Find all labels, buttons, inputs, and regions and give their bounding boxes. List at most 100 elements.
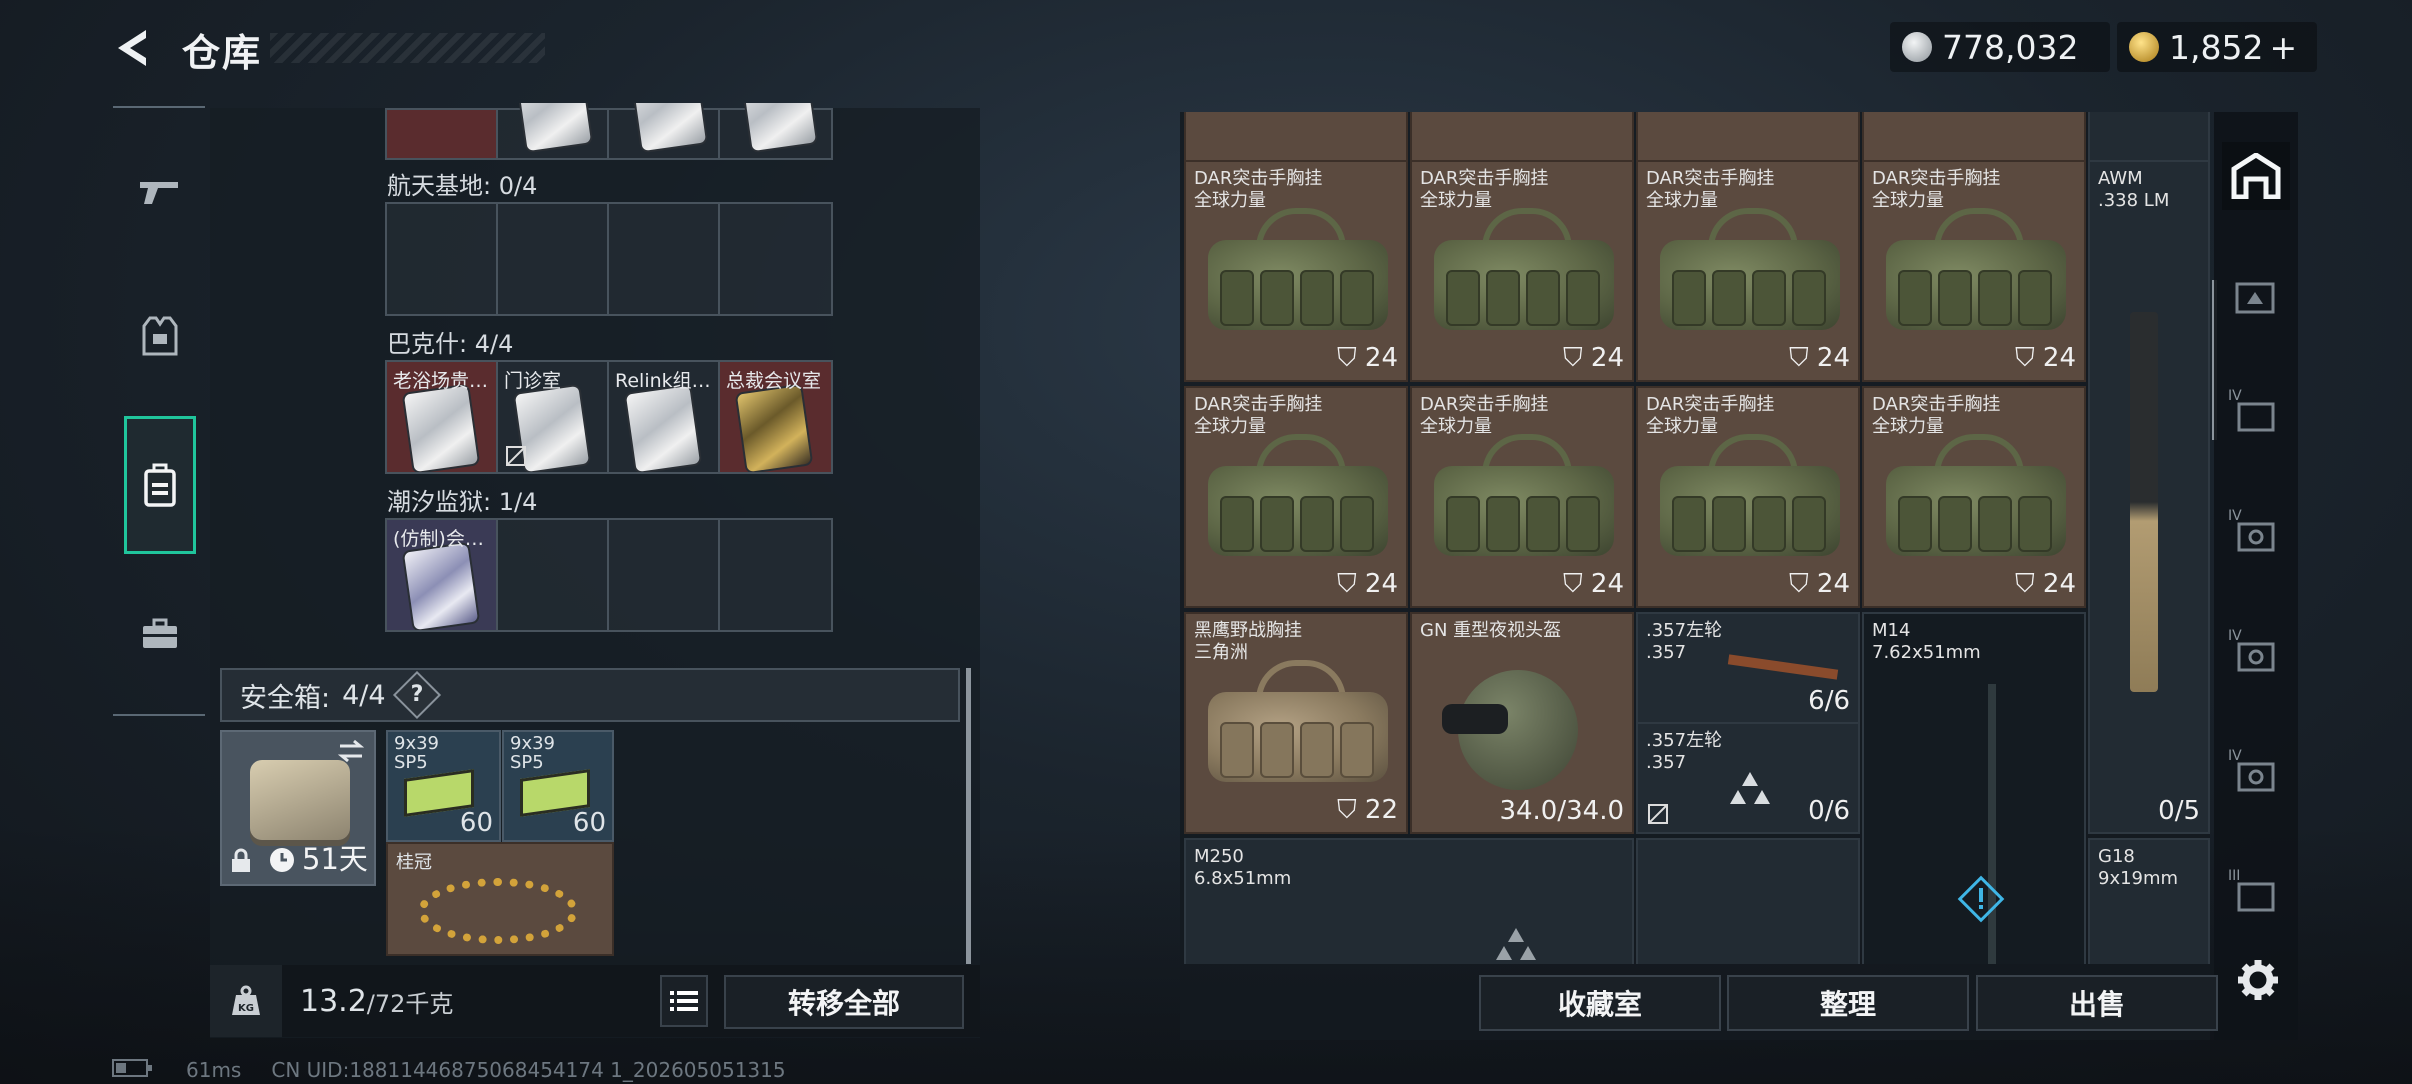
- clock-icon: [270, 848, 294, 872]
- empty-slot[interactable]: [720, 204, 831, 314]
- armor-icon: ⛉: [1563, 569, 1583, 599]
- rail-weapon-button[interactable]: [124, 156, 196, 228]
- empty-slot[interactable]: [387, 204, 498, 314]
- keycard-slot-row: [385, 202, 833, 316]
- empty-slot[interactable]: [609, 520, 720, 630]
- keycard-slot[interactable]: 老浴场贵…: [387, 362, 498, 472]
- filter-tier-tab[interactable]: IV: [2222, 502, 2290, 570]
- lock-icon: [232, 848, 250, 872]
- safe-item-slot[interactable]: 桂冠: [386, 842, 614, 956]
- armor-icon: ⛉: [1337, 569, 1357, 599]
- rail-backpack-button[interactable]: [124, 416, 196, 554]
- item-cell[interactable]: DAR突击手胸挂 全球力量 ⛉ 24: [1862, 386, 2086, 608]
- safe-item-slot[interactable]: 9x39 SP5 60: [386, 730, 501, 842]
- silver-coin-icon: [1902, 32, 1932, 62]
- backpack-icon: [144, 463, 176, 507]
- list-view-button[interactable]: [660, 975, 708, 1027]
- chest-rig-image: [1426, 434, 1622, 564]
- item-cell[interactable]: M250 6.8x51mm: [1184, 838, 1634, 964]
- item-cell[interactable]: DAR突击手胸挂 全球力量 ⛉ 24: [1184, 386, 1408, 608]
- armor-vest-icon: [142, 316, 178, 356]
- swap-icon[interactable]: [336, 738, 366, 764]
- status-footer: 61ms CN UID:18811446875068454174 1_20260…: [112, 1058, 786, 1082]
- sell-button[interactable]: 出售: [1976, 975, 2218, 1031]
- item-cell[interactable]: M14 7.62x51mm: [1862, 612, 2086, 964]
- item-cell[interactable]: DAR突击手胸挂 全球力量 ⛉ 24: [1410, 386, 1634, 608]
- silver-amount: 778,032: [1942, 27, 2079, 67]
- unknown-item-icon: [1496, 928, 1536, 960]
- weapon-icon: [140, 182, 178, 204]
- unknown-item-icon: [1730, 772, 1770, 804]
- item-cell[interactable]: GN 重型夜视头盔 34.0/34.0: [1410, 612, 1634, 834]
- uid-text: CN UID:18811446875068454174 1_2026050513…: [271, 1058, 786, 1082]
- filter-all-tab[interactable]: [2222, 142, 2290, 210]
- group-label: 航天基地: 0/4: [387, 172, 538, 200]
- empty-slot[interactable]: [609, 204, 720, 314]
- item-cell[interactable]: DAR突击手胸挂 全球力量 ⛉ 24: [1636, 160, 1860, 382]
- filter-tier-tab[interactable]: IV: [2222, 742, 2290, 810]
- armor-icon: ⛉: [1563, 343, 1583, 373]
- empty-slot[interactable]: [498, 520, 609, 630]
- item-cell[interactable]: 黑鹰野战胸挂 三角洲 ⛉ 22: [1184, 612, 1408, 834]
- gold-currency[interactable]: 1,852 +: [2117, 22, 2317, 72]
- all-items-icon: [2231, 153, 2281, 199]
- filter-tier-tab[interactable]: III: [2222, 862, 2290, 930]
- empty-slot[interactable]: [720, 520, 831, 630]
- item-cell[interactable]: DAR突击手胸挂 全球力量 ⛉ 24: [1636, 386, 1860, 608]
- chest-rig-image: [1200, 434, 1396, 564]
- chest-rig-image: [1652, 434, 1848, 564]
- safe-item-slot[interactable]: 9x39 SP5 60: [502, 730, 614, 842]
- keycard-image: [625, 385, 701, 472]
- left-scrollbar[interactable]: [966, 668, 971, 964]
- warning-icon[interactable]: [1956, 874, 2006, 924]
- chest-rig-image: [1878, 434, 2074, 564]
- keycard-image: [403, 385, 479, 472]
- gold-amount: 1,852: [2169, 27, 2264, 67]
- item-cell[interactable]: DAR突击手胸挂 全球力量 ⛉ 24: [1410, 160, 1634, 382]
- chest-rig-image: [1200, 660, 1396, 790]
- keycard-slot-row: 老浴场贵… 门诊室 Relink组… 总裁会议室: [385, 360, 833, 474]
- keycard-slot[interactable]: 总裁会议室: [720, 362, 831, 472]
- organize-button[interactable]: 整理: [1727, 975, 1969, 1031]
- filter-strip: IV IV IV IV III: [2214, 112, 2298, 1040]
- keycard-slot[interactable]: (仿制)会…: [387, 520, 498, 630]
- collection-room-button[interactable]: 收藏室: [1479, 975, 1721, 1031]
- gold-coin-icon: [2129, 32, 2159, 62]
- item-cell[interactable]: .357左轮 .357 6/6: [1636, 612, 1860, 724]
- keycard-image: [736, 385, 812, 472]
- weight-icon: KG: [210, 965, 282, 1037]
- safe-box-image: [250, 760, 350, 840]
- back-arrow-icon[interactable]: [108, 24, 156, 72]
- item-cell[interactable]: DAR突击手胸挂 全球力量 ⛉ 24: [1184, 160, 1408, 382]
- item-cell[interactable]: DAR突击手胸挂 全球力量 ⛉ 24: [1862, 160, 2086, 382]
- page-title: 仓库: [182, 31, 263, 75]
- add-currency-button[interactable]: +: [2269, 28, 2297, 67]
- chest-rig-image: [1200, 208, 1396, 338]
- settings-gear-icon[interactable]: [2236, 958, 2280, 1002]
- group-label: 巴克什: 4/4: [387, 330, 514, 358]
- help-icon[interactable]: ?: [392, 670, 441, 720]
- keycard-slot-row: (仿制)会…: [385, 518, 833, 632]
- item-cell[interactable]: .357左轮 .357 0/6: [1636, 722, 1860, 834]
- filter-category-tab[interactable]: [2222, 262, 2290, 330]
- category-icon: [2235, 282, 2275, 314]
- svg-text:KG: KG: [238, 1003, 254, 1014]
- filter-tier-tab[interactable]: IV: [2222, 382, 2290, 450]
- safe-box-container[interactable]: 51天: [220, 730, 376, 886]
- item-cell[interactable]: AWM .338 LM 0/5: [2088, 160, 2210, 834]
- sniper-rifle-image: [2130, 312, 2158, 692]
- item-cell[interactable]: G18 9x19mm: [2088, 838, 2210, 964]
- transfer-all-button[interactable]: 转移全部: [724, 975, 964, 1029]
- keycard-slot[interactable]: Relink组…: [609, 362, 720, 472]
- title-decoration: [270, 33, 545, 63]
- laurel-crown-image: [418, 878, 578, 944]
- rail-armor-button[interactable]: [124, 300, 196, 372]
- weight-value: 13.2: [300, 983, 367, 1019]
- rail-briefcase-button[interactable]: [124, 598, 196, 670]
- group-label: 潮汐监狱: 1/4: [387, 488, 538, 516]
- armor-icon: ⛉: [1789, 569, 1809, 599]
- keycard-slot[interactable]: 门诊室: [498, 362, 609, 472]
- empty-slot[interactable]: [498, 204, 609, 314]
- filter-tier-tab[interactable]: IV: [2222, 622, 2290, 690]
- armor-icon: ⛉: [2015, 569, 2035, 599]
